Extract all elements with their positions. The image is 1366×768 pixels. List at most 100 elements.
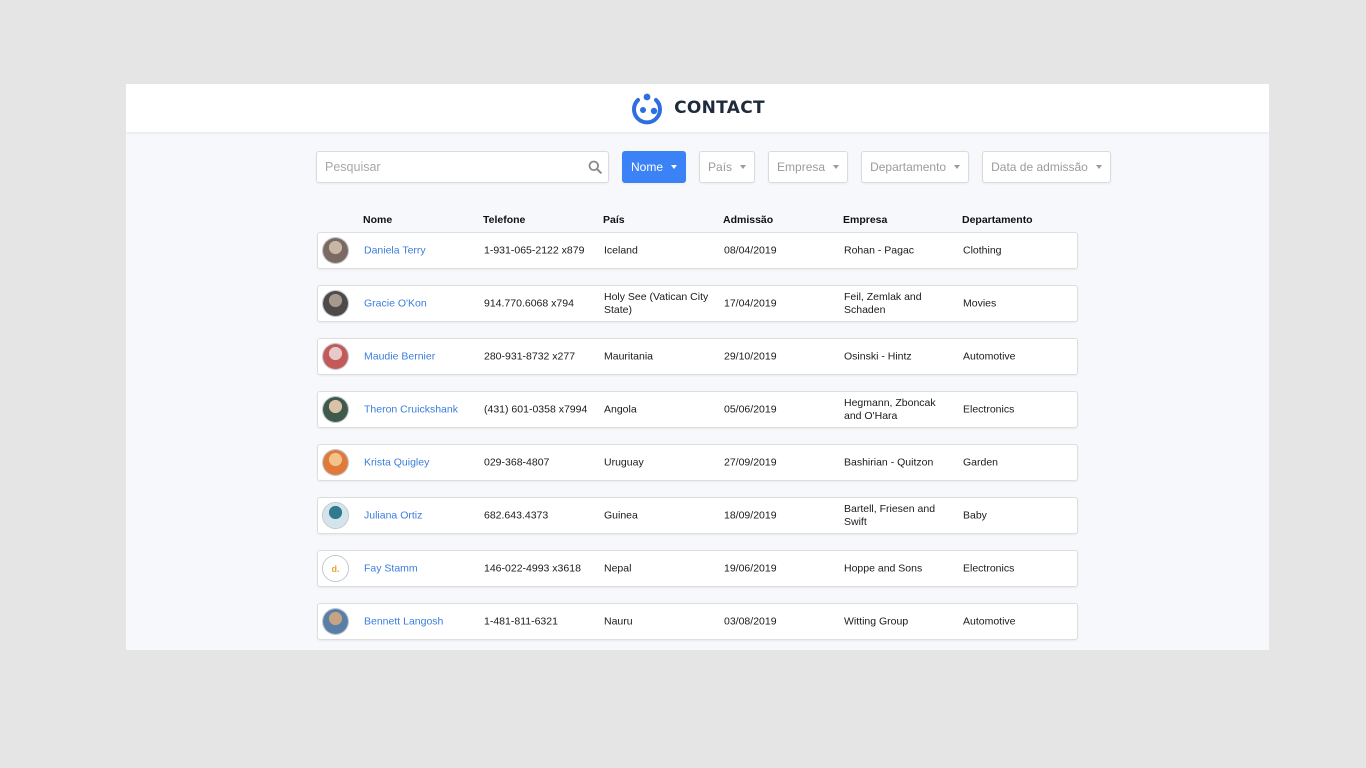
column-header-pais[interactable]: País [603, 214, 625, 226]
avatar-letter-icon: d. [323, 556, 348, 581]
contact-phone: 029-368-4807 [484, 456, 550, 468]
avatar [322, 502, 349, 529]
contact-row[interactable]: Bennett Langosh 1-481-811-6321 Nauru 03/… [317, 603, 1078, 640]
contact-country: Guinea [604, 509, 638, 521]
avatar-photo-icon [323, 609, 348, 634]
contact-name-link[interactable]: Maudie Bernier [364, 350, 435, 362]
contact-phone: 1-481-811-6321 [484, 615, 558, 627]
avatar-photo-icon [323, 397, 348, 422]
filter-departamento-button[interactable]: Departamento [861, 151, 970, 183]
search-input[interactable] [317, 152, 608, 182]
contact-department: Clothing [963, 244, 1002, 256]
avatar [322, 343, 349, 370]
avatar-photo-icon [323, 238, 348, 263]
column-header-telefone[interactable]: Telefone [483, 214, 525, 226]
filter-label: País [708, 160, 733, 174]
avatar-photo-icon [323, 503, 348, 528]
caret-down-icon [1095, 165, 1102, 169]
contact-country: Nauru [604, 615, 633, 627]
contact-row[interactable]: Krista Quigley 029-368-4807 Uruguay 27/0… [317, 444, 1078, 481]
avatar-initial: d. [331, 563, 340, 574]
search-box [316, 151, 609, 183]
contact-department: Garden [963, 456, 999, 468]
contact-company: Bashirian - Quitzon [844, 456, 934, 468]
contact-list: Daniela Terry 1-931-065-2122 x879 Icelan… [317, 232, 1078, 650]
contact-company: Feil, Zemlak and Schaden [844, 290, 922, 316]
avatar: d. [322, 555, 349, 582]
filter-label: Data de admissão [991, 160, 1088, 174]
contact-company: Witting Group [844, 615, 909, 627]
contact-company: Osinski - Hintz [844, 350, 912, 362]
filter-nome-button[interactable]: Nome [622, 151, 687, 183]
brand-logo[interactable]: CONTACT [630, 91, 765, 125]
contact-admission: 27/09/2019 [724, 456, 777, 468]
contact-phone: 280-931-8732 x277 [484, 350, 576, 362]
contact-phone: (431) 601-0358 x7994 [484, 403, 588, 415]
contact-department: Electronics [963, 562, 1015, 574]
contact-row[interactable]: Daniela Terry 1-931-065-2122 x879 Icelan… [317, 232, 1078, 269]
filter-empresa-button[interactable]: Empresa [768, 151, 849, 183]
caret-down-icon [954, 165, 961, 169]
column-header-empresa[interactable]: Empresa [843, 214, 887, 226]
app-header: CONTACT [126, 84, 1269, 132]
avatar-photo-icon [323, 344, 348, 369]
contact-name-link[interactable]: Daniela Terry [364, 244, 426, 256]
contact-name-link[interactable]: Theron Cruickshank [364, 403, 458, 415]
contact-phone: 1-931-065-2122 x879 [484, 244, 585, 256]
contact-phone: 914.770.6068 x794 [484, 297, 574, 309]
avatar [322, 608, 349, 635]
contact-company: Rohan - Pagac [844, 244, 915, 256]
table-header: Nome Telefone País Admissão Empresa Depa… [317, 214, 1078, 230]
contact-phone: 146-022-4993 x3618 [484, 562, 581, 574]
contact-company: Hegmann, Zboncak and O'Hara [844, 396, 936, 422]
contact-country: Uruguay [604, 456, 644, 468]
contact-row[interactable]: Theron Cruickshank (431) 601-0358 x7994 … [317, 391, 1078, 428]
logo-icon [632, 93, 663, 125]
avatar [322, 449, 349, 476]
contact-department: Automotive [963, 350, 1016, 362]
caret-down-icon [740, 165, 747, 169]
caret-down-icon [671, 165, 678, 169]
filter-toolbar: Nome País Empresa Departamento Data de a… [316, 151, 1124, 183]
avatar-photo-icon [323, 450, 348, 475]
contact-admission: 03/08/2019 [724, 615, 777, 627]
contact-admission: 19/06/2019 [724, 562, 777, 574]
filter-label: Empresa [777, 160, 826, 174]
avatar [322, 396, 349, 423]
contact-row[interactable]: d. Fay Stamm 146-022-4993 x3618 Nepal 19… [317, 550, 1078, 587]
contact-row[interactable]: Juliana Ortiz 682.643.4373 Guinea 18/09/… [317, 497, 1078, 534]
search-icon[interactable] [588, 160, 602, 174]
contact-country: Angola [604, 403, 637, 415]
contact-name-link[interactable]: Krista Quigley [364, 456, 429, 468]
contact-row[interactable]: Maudie Bernier 280-931-8732 x277 Maurita… [317, 338, 1078, 375]
filter-pais-button[interactable]: País [699, 151, 756, 183]
contact-country: Nepal [604, 562, 632, 574]
contact-phone: 682.643.4373 [484, 509, 549, 521]
contact-name-link[interactable]: Bennett Langosh [364, 615, 443, 627]
contact-name-link[interactable]: Fay Stamm [364, 562, 418, 574]
brand-name: CONTACT [674, 98, 765, 118]
contact-admission: 18/09/2019 [724, 509, 777, 521]
contact-admission: 17/04/2019 [724, 297, 777, 309]
column-header-admissao[interactable]: Admissão [723, 214, 773, 226]
filter-label: Nome [631, 160, 664, 174]
contact-department: Electronics [963, 403, 1015, 415]
contact-admission: 29/10/2019 [724, 350, 777, 362]
contact-admission: 05/06/2019 [724, 403, 777, 415]
filter-data-admissao-button[interactable]: Data de admissão [982, 151, 1111, 183]
caret-down-icon [833, 165, 840, 169]
contact-country: Holy See (Vatican City State) [604, 290, 709, 316]
column-header-departamento[interactable]: Departamento [962, 214, 1033, 226]
contact-company: Bartell, Friesen and Swift [844, 502, 936, 528]
avatar-photo-icon [323, 291, 348, 316]
contact-department: Baby [963, 509, 987, 521]
app-window: CONTACT Nome País Empresa Departamento [126, 84, 1269, 650]
contact-name-link[interactable]: Juliana Ortiz [364, 509, 422, 521]
contact-row[interactable]: Gracie O'Kon 914.770.6068 x794 Holy See … [317, 285, 1078, 322]
contact-name-link[interactable]: Gracie O'Kon [364, 297, 427, 309]
contact-department: Automotive [963, 615, 1016, 627]
contact-country: Iceland [604, 244, 638, 256]
filter-label: Departamento [870, 160, 947, 174]
column-header-nome[interactable]: Nome [363, 214, 392, 226]
contact-company: Hoppe and Sons [844, 562, 923, 574]
